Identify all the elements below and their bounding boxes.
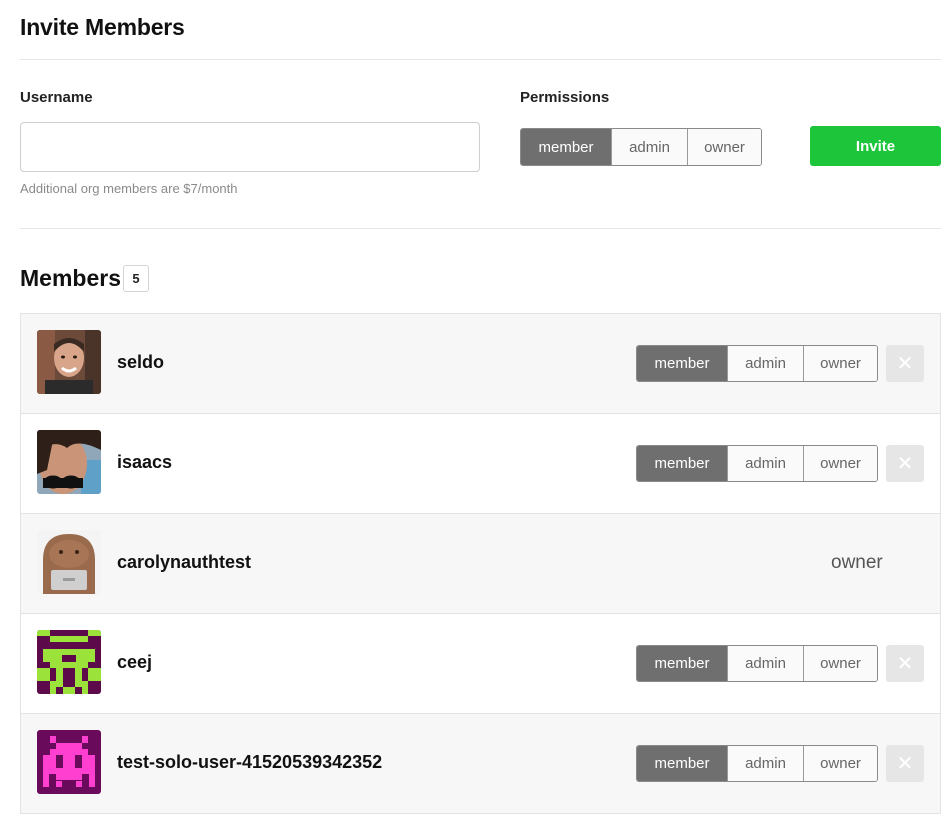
username-input[interactable] xyxy=(20,122,480,172)
member-name[interactable]: carolynauthtest xyxy=(117,552,251,573)
permissions-selector[interactable]: member admin owner xyxy=(520,128,762,166)
member-row: seldo member admin owner ✕ xyxy=(21,314,940,414)
avatar-pixel-icon xyxy=(37,730,101,794)
role-admin-option[interactable]: admin xyxy=(727,746,803,781)
close-icon: ✕ xyxy=(896,753,914,775)
role-owner-option[interactable]: owner xyxy=(803,746,877,781)
member-role-selector[interactable]: member admin owner xyxy=(636,745,878,782)
role-owner-option[interactable]: owner xyxy=(803,346,877,381)
member-role-selector[interactable]: member admin owner xyxy=(636,445,878,482)
members-list: seldo member admin owner ✕ isaacs member… xyxy=(20,313,941,814)
page-title: Invite Members xyxy=(20,14,185,40)
remove-member-button[interactable]: ✕ xyxy=(886,445,924,482)
username-label: Username xyxy=(20,89,93,106)
member-name[interactable]: seldo xyxy=(117,352,164,373)
close-icon: ✕ xyxy=(896,453,914,475)
member-name[interactable]: test-solo-user-41520539342352 xyxy=(117,752,382,773)
role-owner-option[interactable]: owner xyxy=(803,446,877,481)
permission-owner-option[interactable]: owner xyxy=(687,129,761,165)
member-name[interactable]: ceej xyxy=(117,652,152,673)
avatar xyxy=(37,430,101,494)
avatar xyxy=(37,530,101,594)
avatar-pixel-icon xyxy=(37,630,101,694)
owner-role-label: owner xyxy=(831,552,883,573)
avatar-photo-icon xyxy=(37,430,101,494)
divider xyxy=(20,59,941,60)
role-admin-option[interactable]: admin xyxy=(727,646,803,681)
member-name[interactable]: isaacs xyxy=(117,452,172,473)
member-row: isaacs member admin owner ✕ xyxy=(21,414,940,514)
role-member-option[interactable]: member xyxy=(637,646,727,681)
remove-member-button[interactable]: ✕ xyxy=(886,345,924,382)
avatar xyxy=(37,730,101,794)
member-row: ceej member admin owner ✕ xyxy=(21,614,940,714)
member-role-selector[interactable]: member admin owner xyxy=(636,345,878,382)
member-count-badge: 5 xyxy=(123,265,149,292)
role-member-option[interactable]: member xyxy=(637,746,727,781)
permission-member-option[interactable]: member xyxy=(521,129,611,165)
pricing-hint: Additional org members are $7/month xyxy=(20,181,238,196)
remove-member-button[interactable]: ✕ xyxy=(886,645,924,682)
remove-member-button[interactable]: ✕ xyxy=(886,745,924,782)
role-member-option[interactable]: member xyxy=(637,446,727,481)
role-admin-option[interactable]: admin xyxy=(727,346,803,381)
member-row: carolynauthtest owner xyxy=(21,514,940,614)
close-icon: ✕ xyxy=(896,653,914,675)
avatar xyxy=(37,330,101,394)
members-title: Members xyxy=(20,265,121,291)
permissions-label: Permissions xyxy=(520,89,610,106)
member-row: test-solo-user-41520539342352 member adm… xyxy=(21,714,940,814)
member-role-selector[interactable]: member admin owner xyxy=(636,645,878,682)
role-member-option[interactable]: member xyxy=(637,346,727,381)
avatar-cartoon-icon xyxy=(37,530,101,594)
divider xyxy=(20,228,941,229)
avatar-photo-icon xyxy=(37,330,101,394)
invite-button[interactable]: Invite xyxy=(810,126,941,166)
permission-admin-option[interactable]: admin xyxy=(611,129,687,165)
avatar xyxy=(37,630,101,694)
role-admin-option[interactable]: admin xyxy=(727,446,803,481)
role-owner-option[interactable]: owner xyxy=(803,646,877,681)
close-icon: ✕ xyxy=(896,353,914,375)
